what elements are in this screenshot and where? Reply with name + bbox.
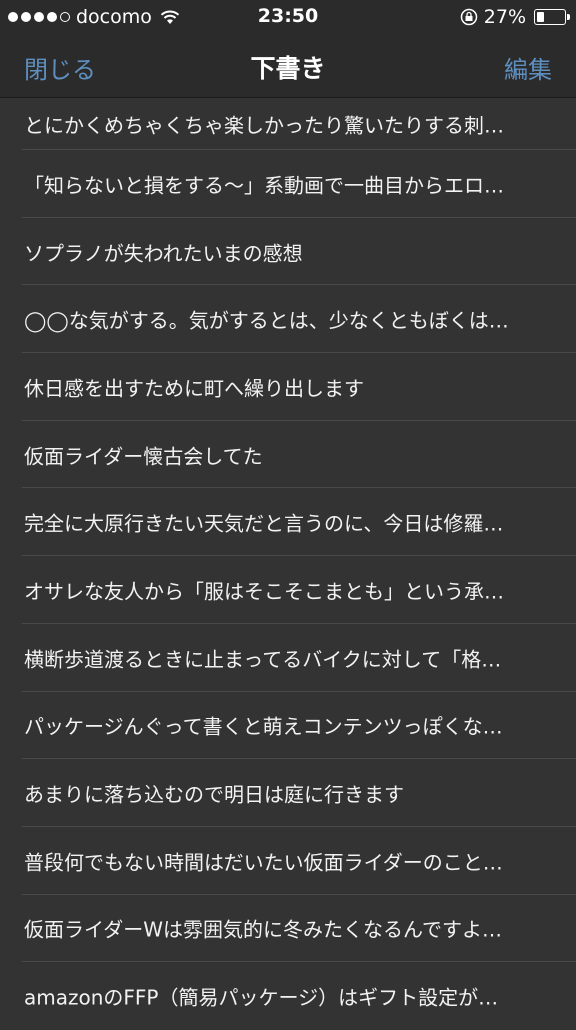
status-bar: docomo 23:50 27%	[0, 0, 576, 34]
edit-button[interactable]: 編集	[504, 50, 552, 85]
draft-title: オサレな友人から「服はそこそこまとも」という承…	[24, 579, 504, 604]
draft-title: amazonのFFP（簡易パッケージ）はギフト設定が…	[24, 985, 499, 1010]
draft-list-item[interactable]: amazonのFFP（簡易パッケージ）はギフト設定が…	[0, 962, 576, 1030]
draft-list-item[interactable]: 普段何でもない時間はだいたい仮面ライダーのこと…	[0, 827, 576, 895]
rotation-lock-icon	[460, 8, 478, 26]
draft-title: 普段何でもない時間はだいたい仮面ライダーのこと…	[24, 850, 503, 875]
draft-list-item[interactable]: オサレな友人から「服はそこそこまとも」という承…	[0, 556, 576, 624]
draft-title: 仮面ライダー懐古会してた	[24, 444, 263, 469]
draft-title: あまりに落ち込むので明日は庭に行きます	[24, 782, 404, 807]
draft-list-item[interactable]: 休日感を出すために町へ繰り出します	[0, 353, 576, 421]
draft-list-item[interactable]: ソプラノが失われたいまの感想	[0, 218, 576, 286]
page-title: 下書き	[250, 54, 326, 83]
battery-fill	[537, 12, 545, 22]
status-right: 27%	[460, 5, 570, 29]
draft-list-item[interactable]: あまりに落ち込むので明日は庭に行きます	[0, 759, 576, 827]
draft-title: 仮面ライダーWは雰囲気的に冬みたくなるんですよ…	[24, 917, 502, 942]
draft-title: 横断歩道渡るときに止まってるバイクに対して「格…	[24, 647, 502, 672]
draft-title: 完全に大原行きたい天気だと言うのに、今日は修羅…	[24, 511, 504, 536]
draft-list: とにかくめちゃくちゃ楽しかったり驚いたりする刺… 「知らないと損をする〜」系動画で…	[0, 98, 576, 1030]
draft-title: 「知らないと損をする〜」系動画で一曲目からエロ…	[24, 173, 504, 198]
battery-icon	[534, 9, 570, 25]
battery-percent: 27%	[483, 6, 526, 28]
draft-title: 休日感を出すために町へ繰り出します	[24, 376, 364, 401]
draft-list-item[interactable]: とにかくめちゃくちゃ楽しかったり驚いたりする刺…	[0, 98, 576, 150]
draft-list-item[interactable]: 仮面ライダーWは雰囲気的に冬みたくなるんですよ…	[0, 895, 576, 963]
nav-bar: 閉じる 下書き 編集	[0, 34, 576, 98]
draft-list-item[interactable]: ◯◯な気がする。気がするとは、少なくともぼくは…	[0, 285, 576, 354]
draft-list-item[interactable]: 横断歩道渡るときに止まってるバイクに対して「格…	[0, 624, 576, 692]
draft-title: ソプラノが失われたいまの感想	[24, 241, 303, 266]
draft-list-item[interactable]: 「知らないと損をする〜」系動画で一曲目からエロ…	[0, 150, 576, 218]
draft-title: パッケージんぐって書くと萌えコンテンツっぽくな…	[24, 714, 503, 739]
draft-list-item[interactable]: パッケージんぐって書くと萌えコンテンツっぽくな…	[0, 692, 576, 760]
draft-list-item[interactable]: 完全に大原行きたい天気だと言うのに、今日は修羅…	[0, 488, 576, 557]
draft-title: とにかくめちゃくちゃ楽しかったり驚いたりする刺…	[24, 113, 504, 138]
draft-list-item[interactable]: 仮面ライダー懐古会してた	[0, 421, 576, 489]
draft-title: ◯◯な気がする。気がするとは、少なくともぼくは…	[24, 308, 509, 333]
